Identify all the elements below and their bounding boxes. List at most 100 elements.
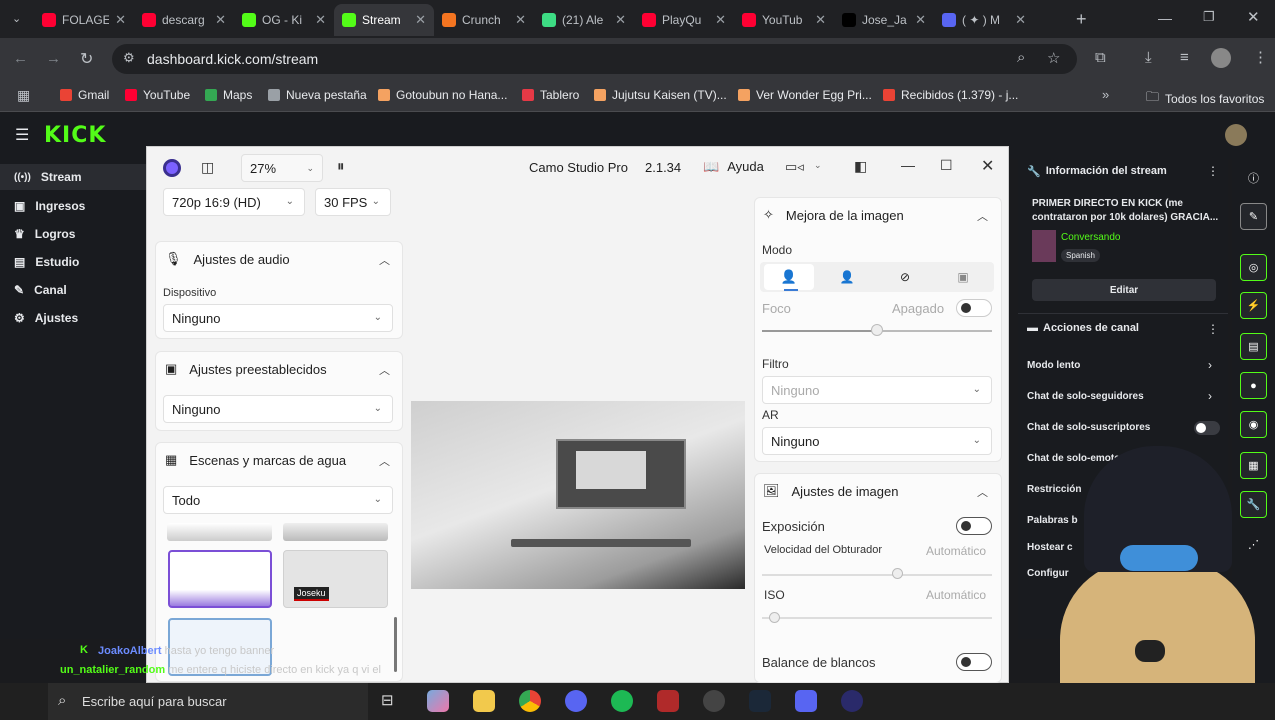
tab-close-icon[interactable]: ✕ (315, 12, 326, 28)
sidebar-item-ajustes[interactable]: ⚙ Ajustes (14, 311, 78, 325)
obs-icon[interactable] (703, 690, 725, 712)
exposure-toggle[interactable] (956, 517, 992, 535)
scene-thumbnail-joseku[interactable]: Joseku (283, 550, 388, 608)
iso-slider-track[interactable] (762, 617, 992, 619)
browser-tab[interactable]: PlayQu ✕ (634, 4, 734, 36)
tab-close-icon[interactable]: ✕ (215, 12, 226, 28)
enhance-section-title[interactable]: ✧ Mejora de la imagen (763, 207, 904, 223)
zoom-select[interactable]: 27% ⌄ (241, 154, 323, 182)
camera-icon[interactable]: ▭◃ (785, 159, 804, 175)
mode-blur-icon[interactable]: ⊘ (880, 264, 930, 290)
pencil-icon[interactable]: ✎ (1240, 203, 1267, 230)
forward-arrow-icon[interactable]: → (46, 50, 61, 67)
valorant-icon[interactable] (657, 690, 679, 712)
image-section-title[interactable]: 🖼 Ajustes de imagen (763, 483, 898, 499)
tab-close-icon[interactable]: ✕ (715, 12, 726, 28)
browser-tab[interactable]: ( ✦ ) M ✕ (934, 4, 1034, 36)
action-solo-seguidores[interactable]: Chat de solo-seguidores (1027, 391, 1144, 402)
maximize-icon[interactable]: ☐ (940, 157, 953, 174)
tab-close-icon[interactable]: ✕ (115, 12, 126, 28)
tab-close-icon[interactable]: ✕ (515, 12, 526, 28)
mode-person-icon[interactable]: 👤 (822, 264, 872, 290)
reload-icon[interactable]: ↻ (80, 49, 93, 69)
browser-tab[interactable]: Jose_Ja ✕ (834, 4, 934, 36)
chat-icon[interactable]: ● (1240, 372, 1267, 399)
audio-device-select[interactable]: Ninguno ⌄ (163, 304, 393, 332)
sidebar-toggle-icon[interactable]: ◫ (201, 159, 214, 176)
site-info-icon[interactable]: ⚙ (123, 50, 135, 66)
chevron-up-icon[interactable]: ︿ (379, 453, 390, 469)
action-hostear[interactable]: Hostear c (1027, 542, 1073, 553)
chevron-up-icon[interactable]: ︿ (379, 252, 390, 268)
address-bar[interactable]: ⚙ dashboard.kick.com/stream ⌕ ☆ (112, 44, 1077, 74)
clipboard-icon[interactable]: ▤ (1240, 333, 1267, 360)
tab-close-icon[interactable]: ✕ (1015, 12, 1026, 28)
scene-thumbnail[interactable] (167, 523, 272, 541)
restore-icon[interactable]: ❐ (1203, 9, 1215, 25)
target-icon[interactable]: ◎ (1240, 254, 1267, 281)
browser-tab[interactable]: FOLAGE ✕ (34, 4, 134, 36)
chevron-up-icon[interactable]: ︿ (977, 208, 988, 224)
focus-slider-knob[interactable] (871, 324, 883, 336)
sidebar-item-stream[interactable]: ((•)) Stream (0, 164, 146, 190)
mode-portrait-icon[interactable]: 👤 (764, 264, 814, 290)
shutter-slider-knob[interactable] (892, 568, 903, 579)
scrollbar[interactable] (394, 617, 397, 672)
bookmark-youtube[interactable]: YouTube (125, 88, 190, 102)
info-icon[interactable]: ⓘ (1240, 164, 1267, 191)
resolution-select[interactable]: 720p 16:9 (HD) ⌄ (163, 188, 305, 216)
chrome-icon[interactable] (519, 690, 541, 712)
pause-columns-icon[interactable]: ⏸ (337, 158, 345, 175)
back-arrow-icon[interactable]: ← (13, 50, 28, 67)
tab-close-icon[interactable]: ✕ (915, 12, 926, 28)
camo-taskbar-icon[interactable] (841, 690, 863, 712)
user-avatar[interactable] (1225, 124, 1247, 146)
fps-select[interactable]: 30 FPS ⌄ (315, 188, 391, 216)
bookmark-recibidos[interactable]: Recibidos (1.379) - j... (883, 88, 1018, 102)
browser-tab[interactable]: YouTub ✕ (734, 4, 834, 36)
close-icon[interactable]: ✕ (981, 156, 994, 176)
new-tab-plus-icon[interactable]: + (1076, 9, 1087, 30)
panel-layout-icon[interactable]: ◧ (854, 158, 867, 175)
focus-toggle[interactable] (956, 299, 992, 317)
sidebar-item-estudio[interactable]: ▤ Estudio (14, 255, 79, 269)
iso-slider-knob[interactable] (769, 612, 780, 623)
lightning-icon[interactable]: ⚡ (1240, 292, 1267, 319)
tab-search-chevron-icon[interactable]: ⌄ (12, 12, 21, 25)
scene-thumbnail-purple[interactable] (168, 550, 272, 608)
minimize-icon[interactable]: — (1158, 10, 1172, 26)
chat-username[interactable]: JoakoAlbert (98, 645, 162, 657)
taskbar-search[interactable]: ⌕ Escribe aquí para buscar (48, 683, 368, 720)
zoom-search-icon[interactable]: ⌕ (1017, 49, 1025, 66)
presets-select[interactable]: Ninguno ⌄ (163, 395, 393, 423)
action-modo-lento[interactable]: Modo lento (1027, 360, 1080, 371)
chevron-up-icon[interactable]: ︿ (977, 484, 988, 500)
presets-section-title[interactable]: ▣ Ajustes preestablecidos (165, 361, 327, 377)
app-icon[interactable] (795, 690, 817, 712)
sidebar-item-canal[interactable]: ✎ Canal (14, 283, 67, 297)
scene-thumbnail[interactable] (283, 523, 388, 541)
close-window-icon[interactable]: ✕ (1247, 8, 1260, 26)
apps-grid-icon[interactable]: ▦ (17, 87, 30, 104)
stream-info-more-icon[interactable]: ⋮ (1207, 164, 1219, 178)
browser-menu-icon[interactable]: ⋮ (1253, 48, 1268, 66)
browser-tab[interactable]: OG - Ki ✕ (234, 4, 334, 36)
suscriptores-toggle[interactable] (1194, 421, 1220, 435)
layout-icon[interactable]: ▦ (1240, 452, 1267, 479)
tab-close-icon[interactable]: ✕ (415, 12, 426, 28)
chevron-up-icon[interactable]: ︿ (379, 362, 390, 378)
chevron-down-icon[interactable]: ⌄ (814, 160, 822, 171)
more-bookmarks-icon[interactable]: » (1102, 87, 1109, 102)
bookmark-wonder-egg[interactable]: Ver Wonder Egg Pri... (738, 88, 872, 102)
scenes-filter-select[interactable]: Todo ⌄ (163, 486, 393, 514)
task-view-icon[interactable]: ⊟ (381, 691, 394, 709)
browser-tab[interactable]: Crunch ✕ (434, 4, 534, 36)
white-balance-toggle[interactable] (956, 653, 992, 671)
spotify-icon[interactable] (611, 690, 633, 712)
bookmark-jujutsu[interactable]: Jujutsu Kaisen (TV)... (594, 88, 727, 102)
bookmark-tablero[interactable]: Tablero (522, 88, 579, 102)
browser-tab[interactable]: (21) Ale ✕ (534, 4, 634, 36)
shutter-slider-track[interactable] (762, 574, 992, 576)
sidebar-item-ingresos[interactable]: ▣ Ingresos (14, 199, 85, 213)
copilot-icon[interactable] (427, 690, 449, 712)
